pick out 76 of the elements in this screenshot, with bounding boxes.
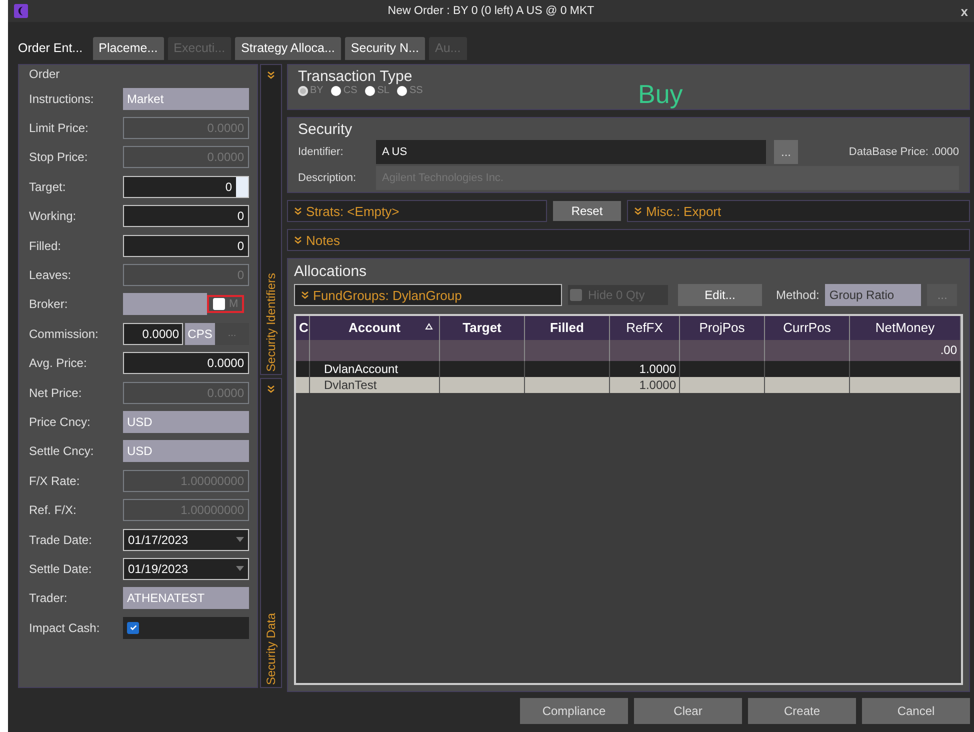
chevron-icon [301,291,309,299]
tab[interactable]: Placeme... [92,37,164,60]
field-label: Leaves: [29,268,72,282]
chevron-icon[interactable] [267,71,275,79]
input-field[interactable]: 0 [123,205,249,228]
action-button[interactable]: Create [748,698,856,724]
edit-button[interactable]: Edit... [678,284,762,306]
field-label: Method: [776,288,820,302]
action-button[interactable]: Compliance [520,698,628,724]
field-label: Identifier: [298,146,344,158]
table-row[interactable]: DvlanTest 1.0000 [296,377,961,393]
field-label: Target: [29,180,67,194]
collapsed-side-panel[interactable]: Security Data [260,378,282,688]
section-title: Transaction Type [298,68,414,85]
field-label: Trader: [29,591,68,606]
field-label: Limit Price: [29,121,90,136]
input-field[interactable]: 0 [123,234,249,257]
chevron-icon [294,236,302,244]
field-label: F/X Rate: [29,474,81,488]
action-button[interactable]: Cancel [862,698,970,724]
field-label: Broker: [29,297,69,312]
field-label: Working: [29,209,78,224]
action-button[interactable]: Clear [634,698,742,724]
misc-bar[interactable]: Misc.: Export [627,200,970,222]
input-field[interactable]: 01/19/2023 [123,558,249,580]
transaction-type-value: Buy [638,79,683,110]
reset-button[interactable]: Reset [553,201,621,221]
table-row[interactable]: DvlanAccount 1.0000 [296,361,961,377]
field-label: Stop Price: [29,150,89,164]
app-logo-icon [14,4,28,18]
field-label: Price Cncy: [29,414,92,429]
collapsed-side-panel[interactable]: Security Identifiers [260,64,282,374]
input-field[interactable]: 0.0000 [123,352,249,374]
broker-field[interactable] [123,293,207,316]
field-label: Net Price: [29,386,83,400]
checkbox-field[interactable] [123,616,249,639]
fund-groups-field[interactable]: FundGroups: DylanGroup [294,284,562,306]
side-panel-label: Security Data [264,612,278,685]
dropdown-caret-icon[interactable] [236,537,244,542]
field-label: Filled: [29,238,62,253]
input-field[interactable]: 0 [123,176,249,198]
sort-icon [425,323,433,330]
table-cell: DvlanTest [310,377,440,393]
field-label: Impact Cash: [29,620,101,635]
method-field[interactable]: Group Ratio [825,284,922,306]
tab[interactable]: Strategy Alloca... [235,37,341,60]
check-icon [128,623,138,632]
table-cell: 1.0000 [610,377,680,393]
tab[interactable]: Security N... [344,37,425,60]
window-title: New Order : BY 0 (0 left) A US @ 0 MKT [388,5,594,17]
checkbox[interactable] [213,298,225,310]
lookup-button[interactable]: ... [774,140,798,164]
chevron-icon[interactable] [267,384,275,392]
field-label: Settle Date: [29,562,93,576]
section-title: Allocations [294,263,368,280]
dropdown-caret-icon[interactable] [236,566,244,572]
input-field[interactable]: 01/17/2023 [123,528,249,551]
checkbox[interactable] [127,622,139,634]
field-label: Avg. Price: [29,356,88,370]
field-label: Instructions: [29,92,95,106]
chevron-icon [294,207,302,215]
input-field[interactable]: 0.0000 [123,322,183,345]
side-panel-label: Security Identifiers [264,272,278,372]
field-label: Ref. F/X: [29,503,78,518]
close-button[interactable]: x [960,4,968,18]
notes-bar[interactable]: Notes [287,229,970,251]
field-label: Trade Date: [29,532,93,547]
field-label: Description: [298,172,358,184]
panel-title: Order [29,67,61,83]
strats-bar[interactable]: Strats: <Empty> [287,200,547,222]
price-label: DataBase Price: .0000 [848,146,959,158]
identifier-field[interactable]: A US [376,140,766,164]
chevron-icon [634,207,642,215]
field-label: Commission: [29,326,100,341]
field-label: Settle Cncy: [29,444,95,458]
section-title: Security [298,121,354,138]
